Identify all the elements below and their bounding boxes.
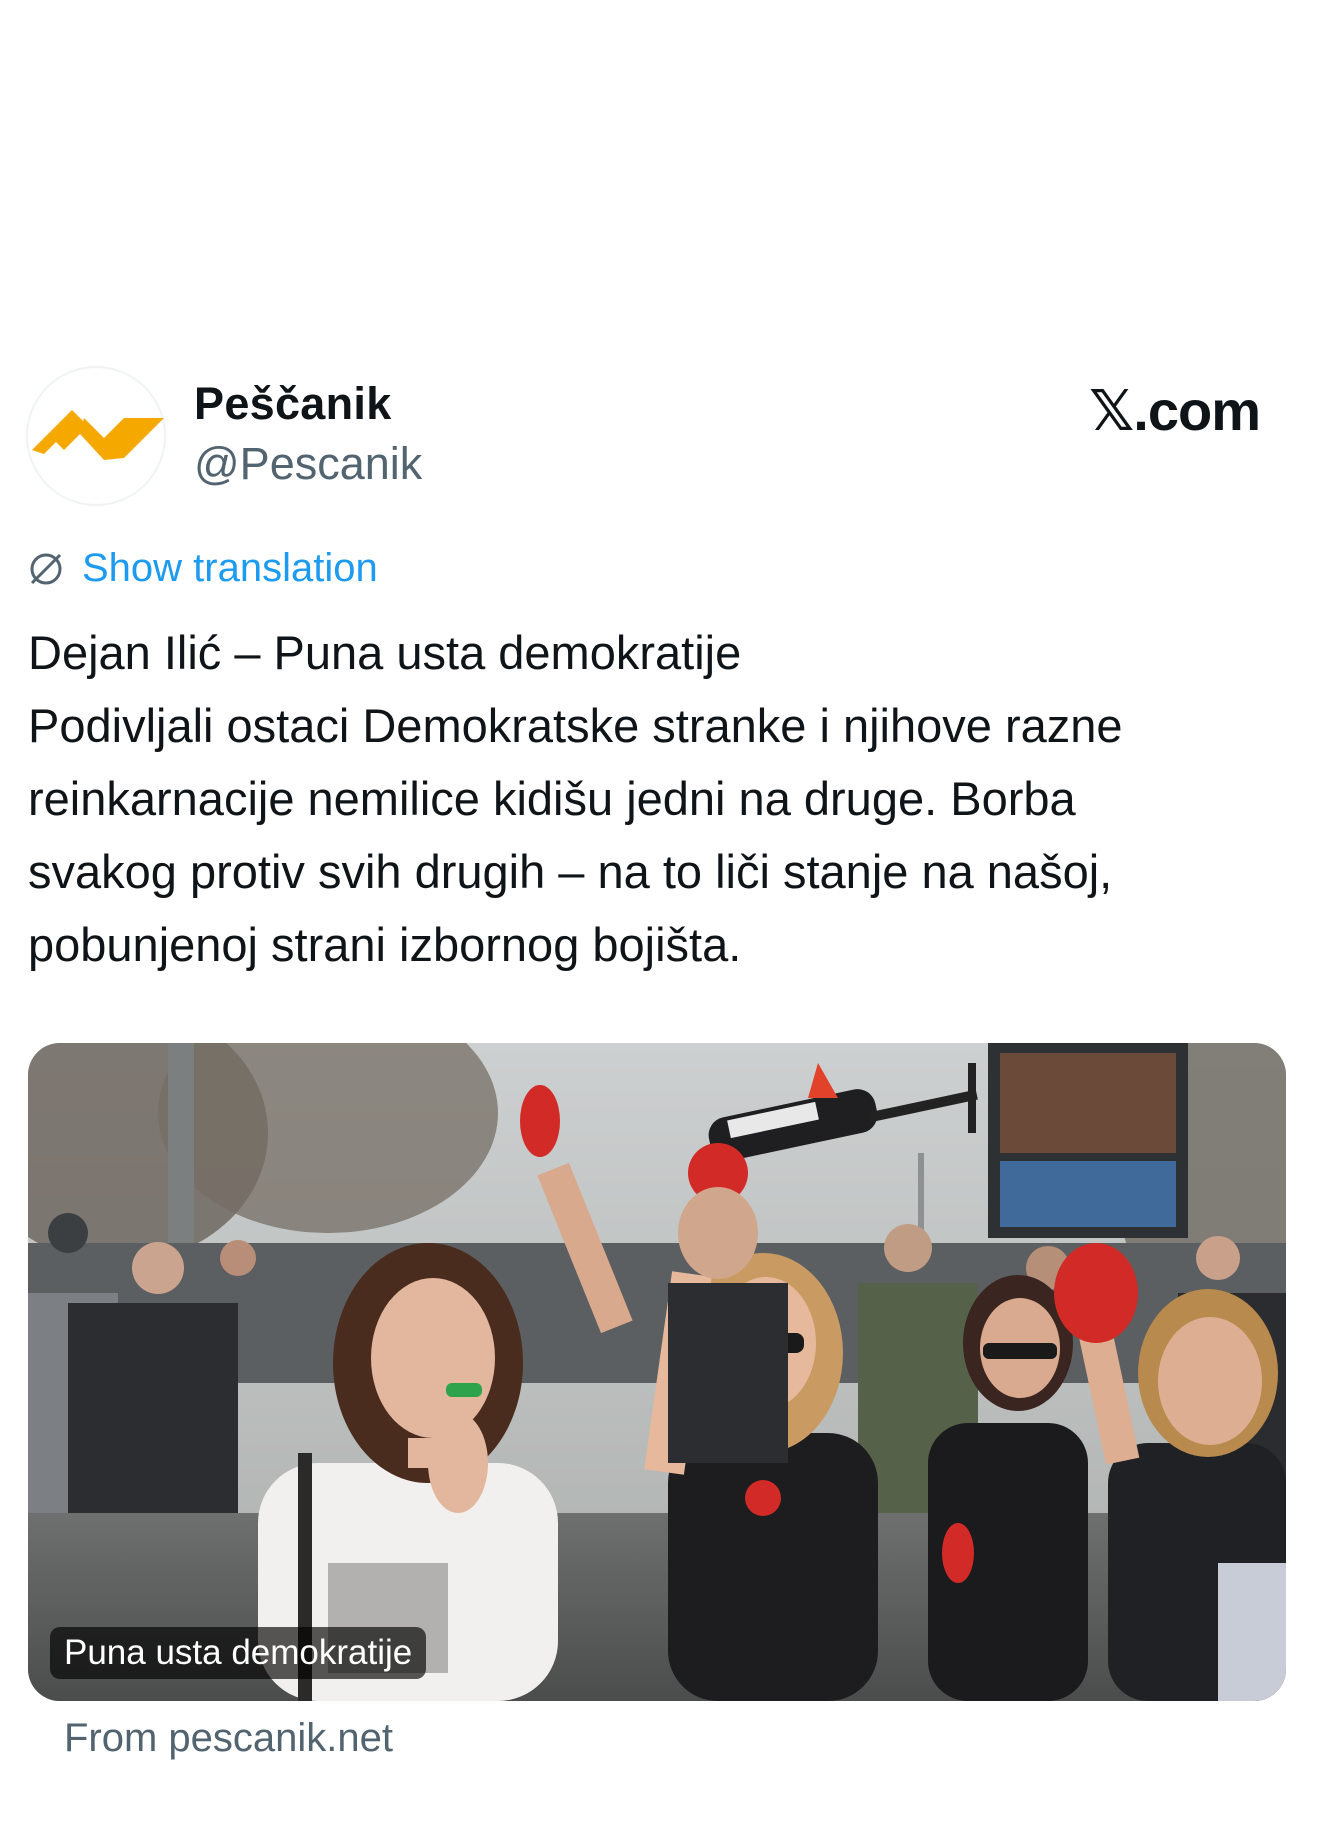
tweet-line: Dejan Ilić – Puna usta demokratije (28, 626, 742, 679)
avatar[interactable] (26, 366, 166, 506)
tweet-line: pobunjenoj strani izbornog bojišta. (28, 918, 742, 971)
account-handle[interactable]: @Pescanik (194, 438, 422, 490)
tweet-line: svakog protiv svih drugih – na to liči s… (28, 845, 1113, 898)
x-com-logo: 𝕏.com (1089, 379, 1261, 442)
protest-photo (28, 1043, 1286, 1701)
tweet-header: Peščanik @Pescanik 𝕏.com (0, 0, 1320, 520)
link-card-image[interactable]: Puna usta demokratije (28, 1043, 1286, 1701)
display-name[interactable]: Peščanik (194, 378, 392, 430)
card-source-link[interactable]: From pescanik.net (64, 1716, 393, 1761)
card-caption: Puna usta demokratije (50, 1627, 427, 1679)
show-translation-label[interactable]: Show translation (82, 546, 378, 591)
tweet-text: Dejan Ilić – Puna usta demokratije Podiv… (28, 616, 1298, 981)
tweet-line: reinkarnacije nemilice kidišu jedni na d… (28, 772, 1076, 825)
globe-icon (30, 553, 62, 584)
tweet-line: Podivljali ostaci Demokratske stranke i … (28, 699, 1123, 752)
pescanik-logo-icon (32, 410, 164, 460)
show-translation-link[interactable]: Show translation (26, 546, 378, 591)
